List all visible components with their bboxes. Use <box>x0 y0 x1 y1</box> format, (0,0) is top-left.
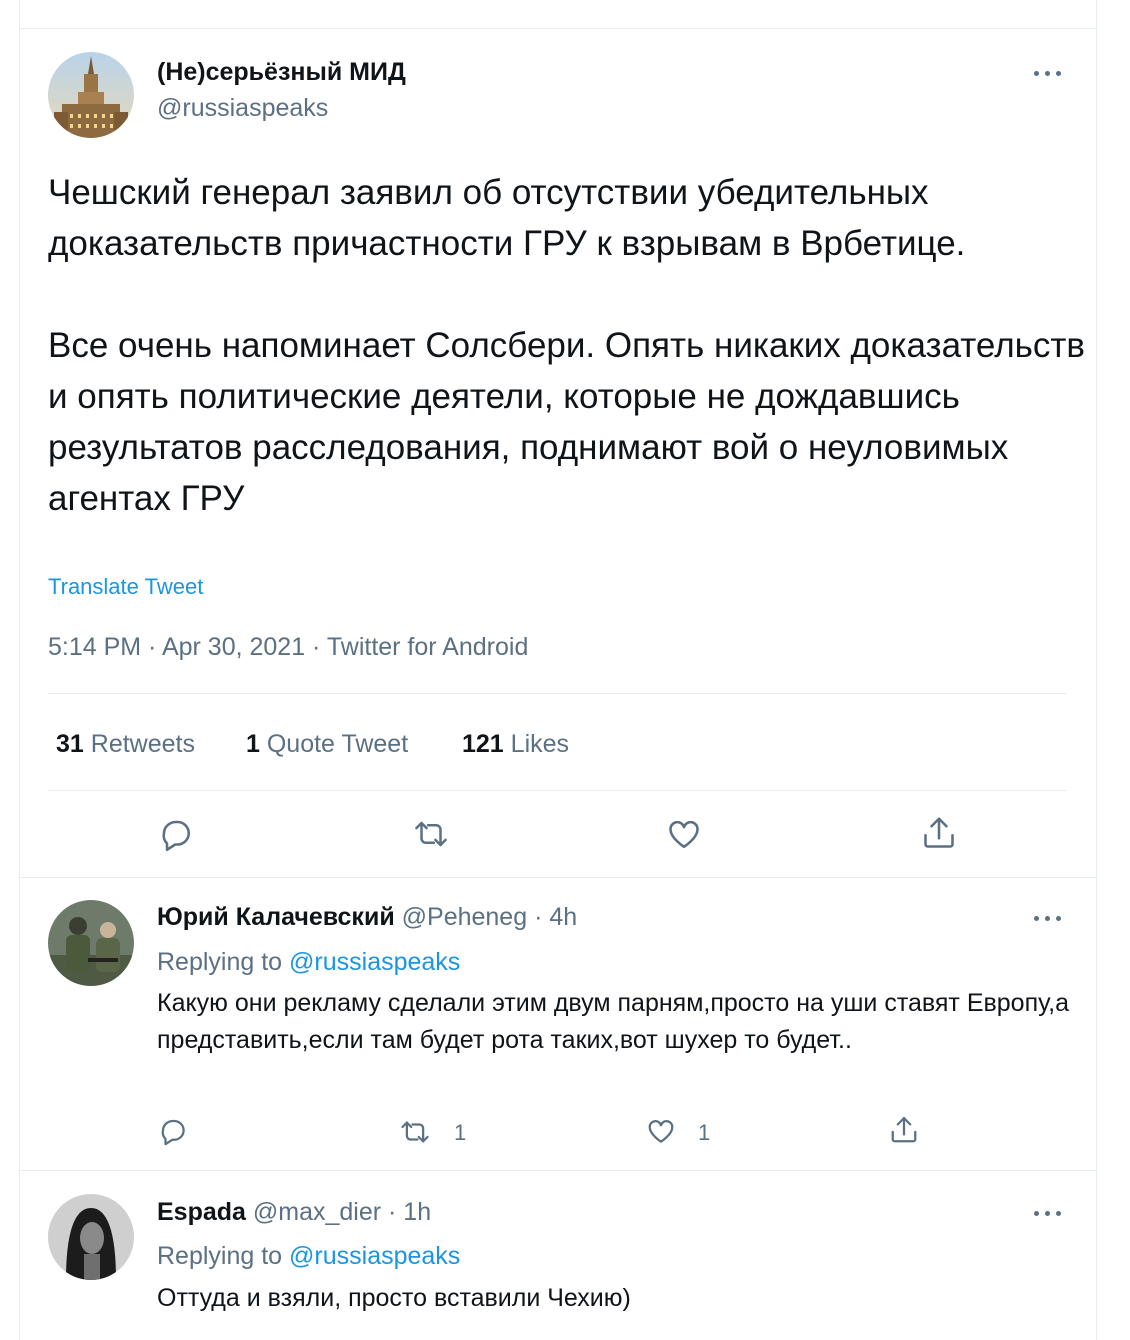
quotes-count: 1 <box>246 730 260 758</box>
retweet-count: 1 <box>454 1120 467 1145</box>
divider <box>19 877 1097 878</box>
retweet-icon[interactable] <box>412 816 450 852</box>
like-icon[interactable] <box>646 1116 676 1146</box>
replying-to-prefix: Replying to <box>157 948 283 976</box>
likes-count: 121 <box>462 730 504 758</box>
author-name[interactable]: (Не)серьёзный МИД <box>157 58 406 87</box>
replying-to-handle[interactable]: @russiaspeaks <box>289 1242 460 1270</box>
reply-author-avatar[interactable] <box>48 900 134 986</box>
reply-author-name[interactable]: Espada <box>157 1198 246 1226</box>
reply-handle-time[interactable]: @max_dier · 1h <box>253 1198 431 1226</box>
like-count: 1 <box>698 1120 711 1145</box>
reply-text: Какую они рекламу сделали этим двум парн… <box>157 989 1069 1054</box>
retweets-count: 31 <box>56 730 84 758</box>
translate-link[interactable]: Translate Tweet <box>48 574 203 600</box>
reply-header: Espada @max_dier · 1h <box>157 1198 431 1227</box>
reply-author-name[interactable]: Юрий Калачевский <box>157 903 395 931</box>
retweets-stat[interactable]: 31 Retweets <box>56 730 195 759</box>
divider <box>48 790 1066 791</box>
quotes-label: Quote Tweet <box>266 730 409 758</box>
more-options-icon[interactable] <box>1034 913 1066 923</box>
reply-handle-time[interactable]: @Peheneg · 4h <box>402 903 578 931</box>
replying-to-prefix: Replying to <box>157 1242 283 1270</box>
tweet-text: Чешский генерал заявил об отсутствии убе… <box>48 173 1086 518</box>
like-icon[interactable] <box>666 816 702 852</box>
author-avatar[interactable] <box>48 52 134 138</box>
quotes-stat[interactable]: 1 Quote Tweet <box>246 730 408 759</box>
divider <box>19 28 1097 29</box>
replying-to: Replying to @russiaspeaks <box>157 1242 460 1271</box>
divider <box>48 693 1066 694</box>
author-handle[interactable]: @russiaspeaks <box>157 94 328 123</box>
more-options-icon[interactable] <box>1034 1208 1066 1218</box>
reply-text: Оттуда и взяли, просто вставили Чехию) <box>157 1284 631 1312</box>
reply-icon[interactable] <box>158 816 194 852</box>
reply-author-avatar[interactable] <box>48 1194 134 1280</box>
reply-icon[interactable] <box>158 1116 188 1146</box>
likes-stat[interactable]: 121 Likes <box>462 730 569 759</box>
likes-label: Likes <box>510 730 570 758</box>
replying-to-handle[interactable]: @russiaspeaks <box>289 948 460 976</box>
more-options-icon[interactable] <box>1034 68 1066 78</box>
divider <box>19 1170 1097 1171</box>
retweets-label: Retweets <box>90 730 195 758</box>
reply-header: Юрий Калачевский @Peheneg · 4h <box>157 903 577 932</box>
share-icon[interactable] <box>921 814 957 852</box>
tweet-meta[interactable]: 5:14 PM · Apr 30, 2021 · Twitter for And… <box>48 633 528 662</box>
replying-to: Replying to @russiaspeaks <box>157 948 460 977</box>
retweet-icon[interactable] <box>398 1117 432 1147</box>
share-icon[interactable] <box>889 1114 919 1146</box>
